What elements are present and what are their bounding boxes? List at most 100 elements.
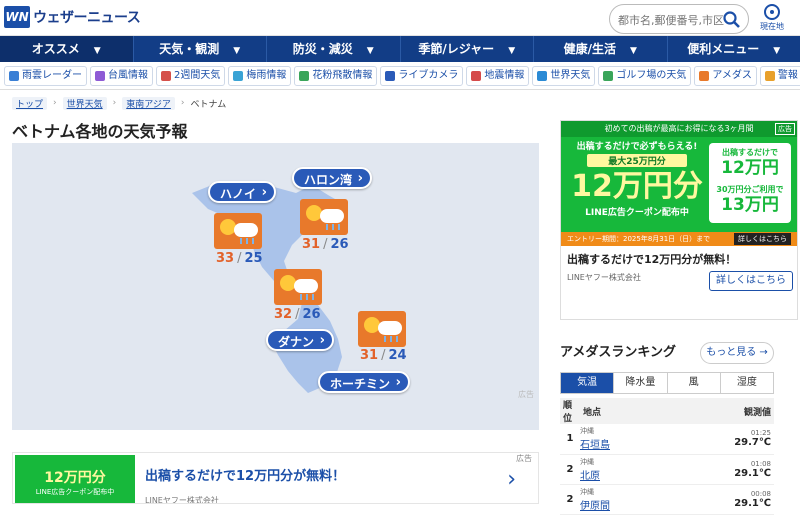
obs-time: 00:08	[663, 490, 771, 498]
ad-right-amount-1: 12万円	[709, 158, 791, 178]
subnav-label: 世界天気	[550, 67, 590, 85]
subnav-item-3[interactable]: 梅雨情報	[228, 66, 291, 86]
subnav-item-6[interactable]: 地震情報	[466, 66, 529, 86]
place-name[interactable]: 石垣島	[580, 440, 610, 451]
city-hochiminh-button[interactable]: ホーチミン	[318, 371, 410, 393]
nav-item-menu[interactable]: 便利メニュー▼	[667, 36, 800, 62]
nav-label: 天気・観測	[159, 42, 219, 56]
column-rank: 順位	[560, 398, 580, 424]
weather-sunny-rain-icon	[214, 213, 262, 249]
ad-banner[interactable]: 初めての出稿が最高にお得になる3ヶ月間 広告 出稿するだけで必ずもらえる! 最大…	[561, 121, 797, 246]
city-danang-temp: 32/26	[274, 307, 321, 322]
breadcrumb-southeast-asia[interactable]: 東南アジア	[122, 97, 175, 110]
ad-company: LINEヤフー株式会社	[145, 495, 219, 504]
ad-thumbnail[interactable]: 12万円分 LINE広告クーポン配布中	[15, 455, 135, 504]
nav-label: 季節/レジャー	[418, 42, 494, 56]
nav-item-season[interactable]: 季節/レジャー ▼	[400, 36, 534, 62]
ad-right-panel: 出稿するだけで 12万円 30万円分ご利用で 13万円	[709, 143, 791, 223]
place-name[interactable]: 伊原間	[580, 501, 610, 512]
ad-sub: LINE広告クーポン配布中	[567, 205, 707, 218]
subnav-label: 花粉飛散情報	[312, 67, 372, 85]
city-name: ホーチミン	[330, 377, 390, 391]
subnav-item-7[interactable]: 世界天気	[532, 66, 595, 86]
subnav-item-2[interactable]: 2週間天気	[156, 66, 225, 86]
subnav-item-9[interactable]: アメダス	[694, 66, 757, 86]
ad-bottom-text: エントリー期間：2025年8月31日（日）まで	[567, 235, 710, 243]
nav-item-health[interactable]: 健康/生活▼	[533, 36, 667, 62]
globe-icon	[537, 71, 547, 81]
city-name: ハロン湾	[304, 173, 352, 187]
subnav-item-1[interactable]: 台風情報	[90, 66, 153, 86]
logo-mark-icon: WN	[4, 6, 30, 28]
tab-temperature[interactable]: 気温	[561, 373, 613, 393]
search-input[interactable]	[618, 11, 724, 29]
breadcrumb: トップ › 世界天気 › 東南アジア › ベトナム	[12, 96, 226, 110]
ad-title[interactable]: 出稿するだけで12万円分が無料！	[567, 251, 736, 267]
rank-place[interactable]: 沖縄北原	[580, 454, 663, 484]
nav-label: 便利メニュー	[687, 42, 759, 56]
breadcrumb-current: ベトナム	[191, 97, 227, 110]
ad-thumb-amount: 12万円分	[17, 467, 133, 487]
side-ad[interactable]: 初めての出稿が最高にお得になる3ヶ月間 広告 出稿するだけで必ずもらえる! 最大…	[560, 120, 798, 320]
bottom-ad[interactable]: 12万円分 LINE広告クーポン配布中 出稿するだけで12万円分が無料！ LIN…	[12, 452, 539, 504]
place-name[interactable]: 北原	[580, 471, 600, 482]
city-hanoi-button[interactable]: ハノイ	[208, 181, 276, 203]
tab-precipitation[interactable]: 降水量	[613, 373, 666, 393]
ad-title[interactable]: 出稿するだけで12万円分が無料！	[145, 465, 345, 484]
chevron-down-icon: ▼	[508, 46, 515, 56]
table-row: 2 沖縄北原 01:0829.1℃	[560, 454, 774, 484]
rank-place[interactable]: 沖縄伊原間	[580, 484, 663, 514]
tab-wind[interactable]: 風	[667, 373, 720, 393]
subnav-item-0[interactable]: 雨雲レーダー	[4, 66, 87, 86]
search-box[interactable]	[609, 4, 749, 34]
breadcrumb-separator: ›	[181, 98, 185, 108]
ad-banner-detail-button[interactable]: 詳しくはこちら	[734, 233, 791, 245]
logo[interactable]: WN ウェザーニュース	[4, 6, 140, 28]
ranking-header: アメダスランキング もっと見る →	[560, 340, 774, 366]
weather-sunny-rain-icon	[300, 199, 348, 235]
subnav-item-10[interactable]: 警報	[760, 66, 800, 86]
tab-humidity[interactable]: 湿度	[720, 373, 773, 393]
typhoon-icon	[95, 71, 105, 81]
prefecture: 沖縄	[580, 426, 663, 436]
header: WN ウェザーニュース 現在地	[0, 0, 800, 36]
rank-value: 01:0829.1℃	[663, 454, 774, 484]
prefecture: 沖縄	[580, 487, 663, 497]
ranking-table: 順位 地点 観測値 1 沖縄石垣島 01:2529.7℃ 2 沖縄北原 01:0…	[560, 398, 774, 515]
rank-number: 2	[560, 454, 580, 484]
nav-item-recommend[interactable]: オススメ▼	[0, 36, 133, 62]
current-location-button[interactable]: 現在地	[754, 4, 790, 34]
low-temp: 25	[244, 251, 262, 266]
ad-top-text: 初めての出稿が最高にお得になる3ヶ月間	[561, 121, 797, 137]
high-temp: 31	[360, 348, 378, 363]
map-ad-marker: 広告	[518, 389, 534, 400]
rank-place[interactable]: 沖縄石垣島	[580, 424, 663, 454]
breadcrumb-world-weather[interactable]: 世界天気	[63, 97, 107, 110]
earthquake-icon	[471, 71, 481, 81]
subnav-item-8[interactable]: ゴルフ場の天気	[598, 66, 691, 86]
ad-company: LINEヤフー株式会社	[567, 272, 641, 283]
page-title: ベトナム各地の天気予報	[12, 118, 188, 142]
nav-label: オススメ	[32, 42, 80, 56]
ad-detail-button[interactable]: 詳しくはこちら	[709, 271, 793, 291]
search-icon[interactable]	[722, 10, 742, 30]
ad-max: 最大25万円分	[587, 154, 687, 167]
city-danang-button[interactable]: ダナン	[266, 329, 334, 351]
ranking-more-button[interactable]: もっと見る →	[700, 342, 774, 364]
subnav-item-5[interactable]: ライブカメラ	[380, 66, 463, 86]
breadcrumb-top[interactable]: トップ	[12, 97, 47, 110]
alert-icon	[765, 71, 775, 81]
city-name: ハノイ	[220, 187, 256, 201]
subnav-label: アメダス	[712, 67, 752, 85]
nav-item-weather[interactable]: 天気・観測▼	[133, 36, 267, 62]
subnav-item-4[interactable]: 花粉飛散情報	[294, 66, 377, 86]
nav-item-disaster[interactable]: 防災・減災▼	[266, 36, 400, 62]
amedas-ranking: アメダスランキング もっと見る → 気温 降水量 風 湿度 順位 地点 観測値 …	[560, 340, 774, 515]
city-halong-bay-button[interactable]: ハロン湾	[292, 167, 372, 189]
chevron-right-icon[interactable]: ›	[507, 467, 516, 492]
subnav-label: 台風情報	[108, 67, 148, 85]
city-halong-bay-temp: 31/26	[302, 237, 349, 252]
city-hochiminh-temp: 31/24	[360, 348, 407, 363]
obs-value: 29.7℃	[734, 437, 771, 448]
subnav-label: 2週間天気	[174, 67, 220, 85]
